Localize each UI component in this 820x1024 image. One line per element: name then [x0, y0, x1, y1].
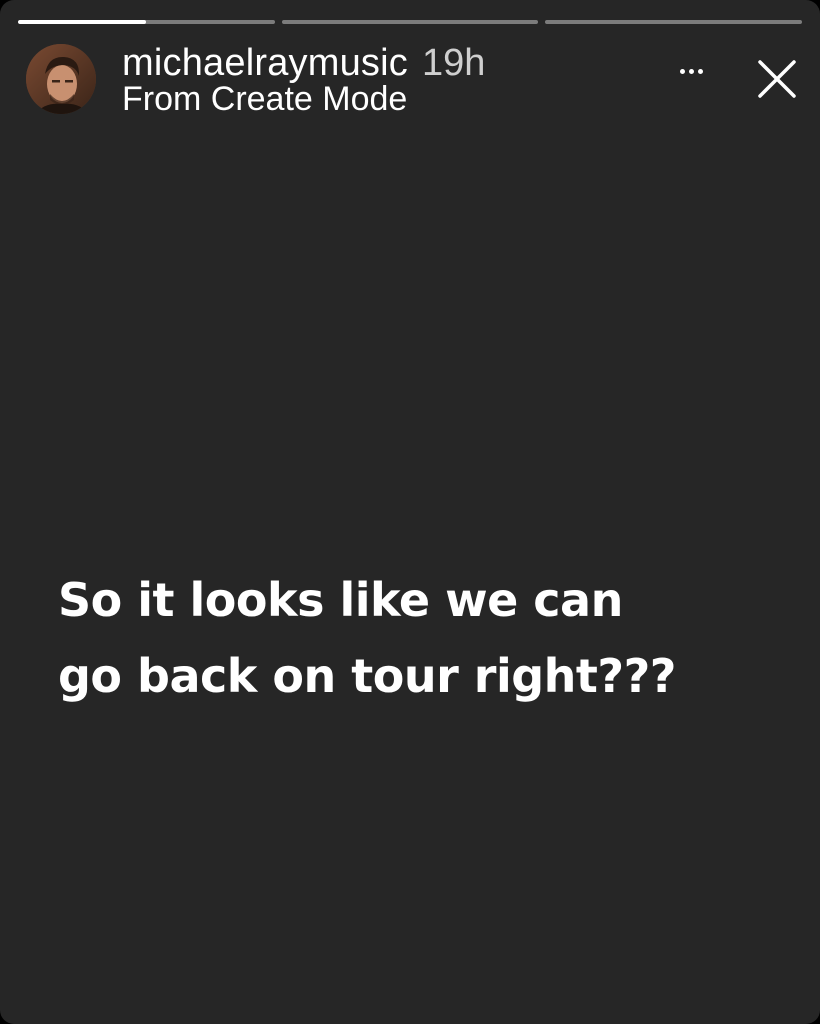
- story-viewer[interactable]: michaelraymusic 19h From Create Mode So i…: [0, 0, 820, 1024]
- close-button[interactable]: [754, 56, 800, 102]
- username[interactable]: michaelraymusic: [122, 42, 408, 84]
- story-text-line-2: go back on tour right???: [58, 649, 676, 703]
- profile-photo-icon: [26, 44, 96, 114]
- more-options-button[interactable]: [671, 56, 711, 86]
- more-horizontal-icon-dot: [688, 68, 694, 74]
- story-progress-bar: [18, 20, 803, 25]
- story-source-label[interactable]: From Create Mode: [122, 82, 485, 116]
- more-horizontal-icon: [679, 68, 685, 74]
- progress-segment-1: [18, 20, 275, 24]
- close-icon: [758, 60, 796, 98]
- progress-segment-3: [545, 20, 803, 24]
- story-text-line-1: So it looks like we can: [58, 573, 623, 627]
- timestamp: 19h: [421, 42, 486, 84]
- more-horizontal-icon-dot: [697, 68, 703, 74]
- user-info: michaelraymusic 19h From Create Mode: [122, 44, 485, 116]
- story-header: michaelraymusic 19h From Create Mode: [26, 44, 800, 118]
- progress-fill: [18, 20, 147, 24]
- progress-segment-2: [281, 20, 539, 24]
- story-text: So it looks like we can go back on tour …: [58, 562, 778, 714]
- avatar[interactable]: [26, 44, 96, 114]
